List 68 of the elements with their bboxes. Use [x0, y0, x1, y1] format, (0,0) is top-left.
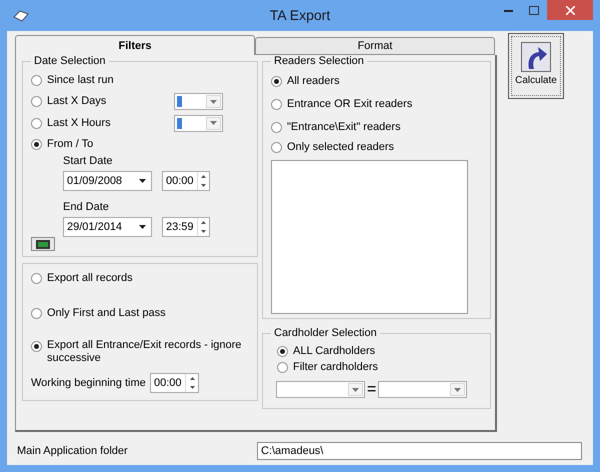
window-title: TA Export: [270, 7, 330, 23]
radio-button[interactable]: [31, 341, 42, 352]
radio-label: From / To: [47, 138, 94, 151]
radio-button[interactable]: [31, 96, 42, 108]
date-label: End Date: [63, 201, 110, 214]
maximize-icon: [529, 6, 539, 14]
spin-up-icon: [190, 377, 194, 380]
close-icon: [566, 6, 574, 14]
radio-button[interactable]: [277, 346, 288, 356]
radio-button[interactable]: [277, 362, 288, 372]
time-spinner[interactable]: 23:59: [162, 217, 210, 237]
radio-label: "Entrance\Exit" readers: [287, 121, 401, 134]
folder-field[interactable]: C:\amadeus\: [257, 442, 582, 460]
radio-button[interactable]: [31, 272, 42, 284]
date-picker[interactable]: 29/01/2014: [63, 217, 152, 237]
readers-list[interactable]: [271, 160, 468, 314]
spin-down-icon: [190, 386, 194, 389]
radio-button[interactable]: [271, 142, 282, 153]
radio-button[interactable]: [31, 75, 42, 86]
tab[interactable]: Filters: [15, 35, 255, 55]
radio-label: Filter cardholders: [293, 360, 378, 374]
radio-button[interactable]: [271, 76, 282, 87]
icon-button[interactable]: [31, 237, 55, 252]
radio-label: Entrance OR Exit readers: [287, 98, 412, 111]
close-button[interactable]: [547, 0, 593, 20]
radio-label: Last X Days: [47, 95, 106, 108]
equals-sign: =: [367, 381, 376, 398]
dropdown-arrow-icon: [454, 388, 462, 392]
time-spinner[interactable]: 00:00: [162, 171, 210, 191]
dropdown-arrow-icon: [352, 388, 359, 392]
radio-label: Since last run: [47, 74, 114, 88]
group-title: Readers Selection: [271, 55, 367, 67]
dropdown-arrow-icon: [139, 225, 146, 229]
radio-label: Export all records: [47, 272, 133, 284]
field-dropdown[interactable]: [276, 381, 365, 398]
radio-label: Only First and Last pass: [47, 306, 166, 320]
calculate-button[interactable]: Calculate: [508, 33, 564, 99]
radio-label: Export all Entrance/Exit records - ignore successive: [47, 339, 242, 365]
radio-button[interactable]: [31, 118, 42, 129]
date-picker[interactable]: 01/09/2008: [63, 171, 152, 191]
radio-label: ALL Cardholders: [293, 344, 376, 358]
tab[interactable]: Format: [255, 37, 495, 55]
spin-down-icon: [200, 230, 206, 233]
radio-label: All readers: [287, 75, 340, 88]
value-dropdown[interactable]: [174, 114, 223, 132]
radio-label: Last X Hours: [47, 116, 111, 130]
radio-button[interactable]: [271, 99, 282, 110]
value-dropdown[interactable]: [174, 93, 223, 110]
monitor-icon: [36, 240, 50, 248]
radio-button[interactable]: [31, 138, 42, 150]
app-icon: [13, 10, 29, 22]
spin-down-icon: [200, 184, 206, 187]
radio-button[interactable]: [271, 122, 282, 133]
spin-up-icon: [200, 221, 206, 224]
time-spinner[interactable]: 00:00: [150, 373, 199, 393]
group-title: Date Selection: [31, 55, 109, 67]
minimize-icon: [504, 8, 512, 12]
spin-up-icon: [200, 175, 206, 178]
dropdown-arrow-icon: [139, 179, 146, 183]
value-dropdown[interactable]: [378, 381, 468, 398]
dropdown-arrow-icon: [210, 121, 217, 126]
radio-label: Only selected readers: [287, 141, 394, 154]
folder-label: Main Application folder: [17, 444, 128, 458]
working-time-label: Working beginning time: [31, 376, 146, 390]
radio-button[interactable]: [31, 308, 42, 318]
group-title: Cardholder Selection: [271, 327, 380, 339]
dropdown-arrow-icon: [210, 100, 217, 104]
date-label: Start Date: [63, 155, 114, 168]
